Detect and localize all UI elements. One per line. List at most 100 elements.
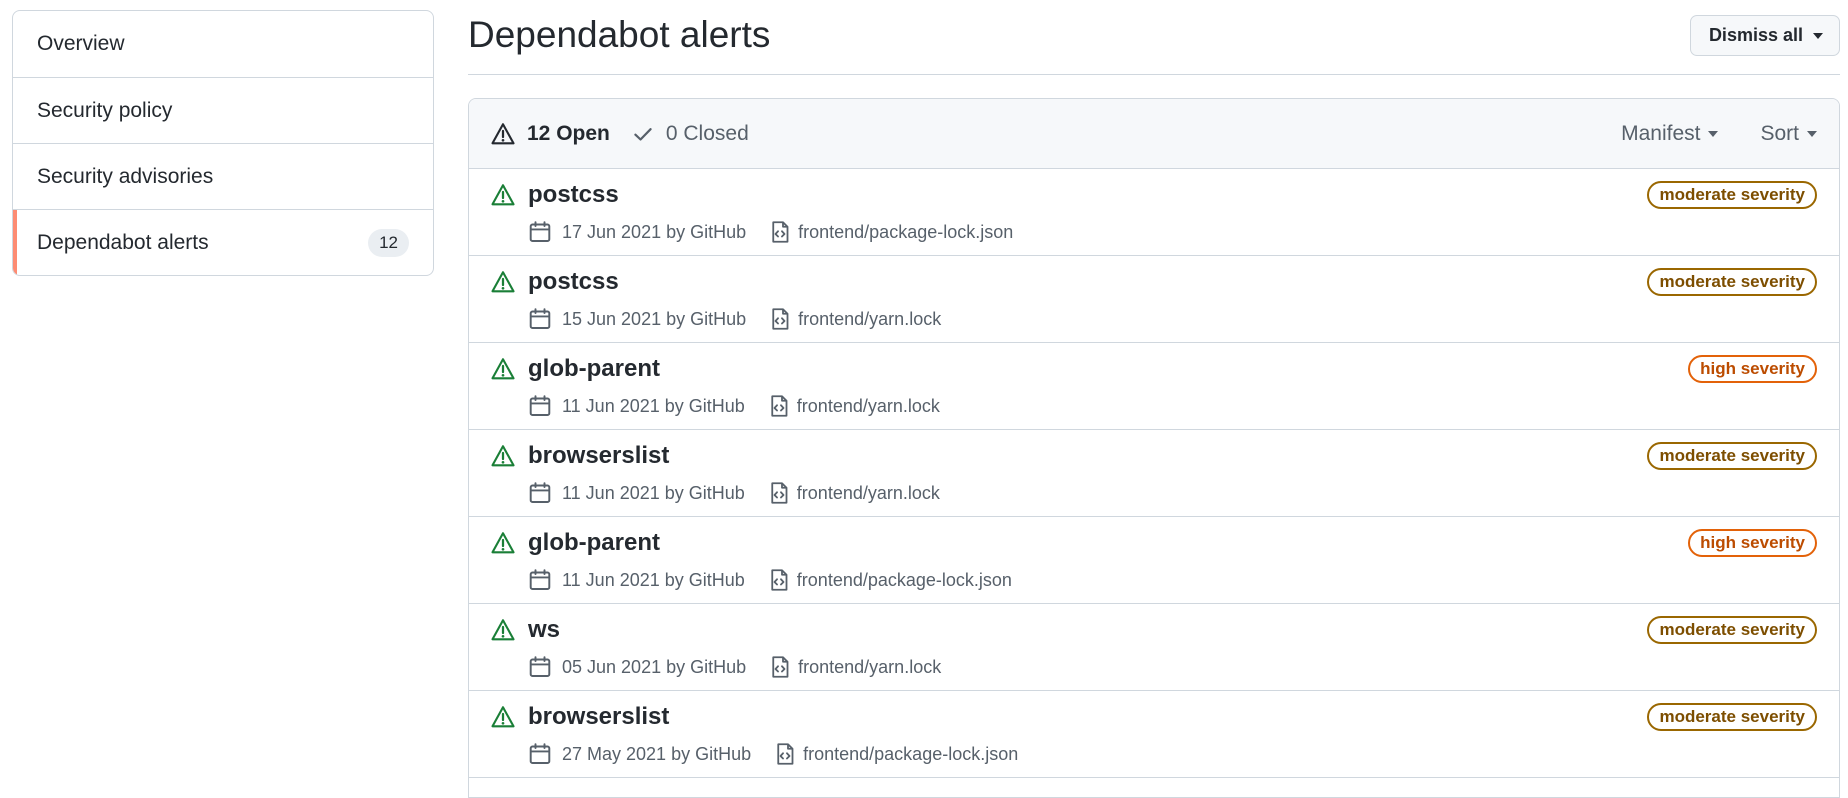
calendar-icon	[529, 656, 551, 677]
alert-icon	[491, 271, 515, 293]
sidebar-item-label: Overview	[37, 32, 125, 55]
severity-badge: high severity	[1688, 529, 1817, 557]
severity-badge: moderate severity	[1647, 181, 1817, 209]
sidebar-item-security-advisories[interactable]: Security advisories	[13, 143, 433, 209]
sidebar-item-security-policy[interactable]: Security policy	[13, 77, 433, 143]
list-item[interactable]: browserslist 27 May 2021 by GitHub front…	[469, 691, 1839, 778]
chevron-down-icon	[1807, 130, 1817, 137]
alert-package-link[interactable]: glob-parent	[528, 355, 660, 383]
manifest-file-name: frontend/yarn.lock	[798, 656, 942, 677]
list-item[interactable]: postcss 15 Jun 2021 by GitHub frontend/y…	[469, 256, 1839, 343]
alert-icon	[491, 532, 515, 554]
manifest-file-link[interactable]: frontend/yarn.lock	[767, 394, 940, 418]
alerts-list: 12 Open 0 Closed Manifest Sort postcss 1…	[468, 98, 1840, 798]
alert-rows: postcss 17 Jun 2021 by GitHub frontend/p…	[469, 169, 1839, 778]
alert-date-text: 15 Jun 2021 by GitHub	[562, 308, 747, 329]
manifest-file-link[interactable]: frontend/yarn.lock	[767, 481, 940, 505]
alert-date: 11 Jun 2021 by GitHub	[528, 394, 745, 418]
alert-date: 05 Jun 2021 by GitHub	[528, 655, 746, 679]
alerts-list-header: 12 Open 0 Closed Manifest Sort	[469, 99, 1839, 169]
alert-date-text: 11 Jun 2021 by GitHub	[562, 482, 745, 503]
calendar-icon	[529, 743, 551, 764]
manifest-file-link[interactable]: frontend/package-lock.json	[767, 568, 1012, 592]
alert-meta: 05 Jun 2021 by GitHub frontend/yarn.lock	[528, 655, 941, 679]
page-title: Dependabot alerts	[468, 14, 771, 55]
manifest-filter-dropdown[interactable]: Manifest	[1621, 121, 1719, 146]
page-header: Dependabot alerts Dismiss all	[468, 0, 1840, 75]
alert-meta: 17 Jun 2021 by GitHub frontend/package-l…	[528, 220, 1013, 244]
alert-icon	[491, 358, 515, 380]
calendar-icon	[529, 482, 551, 503]
alert-package-link[interactable]: glob-parent	[528, 529, 660, 557]
alert-icon	[491, 619, 515, 641]
manifest-file-link[interactable]: frontend/package-lock.json	[773, 742, 1018, 766]
manifest-file-name: frontend/yarn.lock	[796, 482, 940, 503]
alert-meta: 15 Jun 2021 by GitHub frontend/yarn.lock	[528, 307, 941, 331]
main-content: Dependabot alerts Dismiss all 12 Open 0 …	[468, 0, 1840, 798]
chevron-down-icon	[1813, 32, 1823, 39]
alert-icon	[491, 122, 515, 144]
alert-meta: 27 May 2021 by GitHub frontend/package-l…	[528, 742, 1018, 766]
alert-date-text: 27 May 2021 by GitHub	[562, 743, 752, 764]
security-sidebar: Overview Security policy Security adviso…	[12, 10, 434, 276]
alert-icon	[491, 445, 515, 467]
sidebar-item-dependabot-alerts[interactable]: Dependabot alerts 12	[13, 209, 433, 275]
calendar-icon	[529, 395, 551, 416]
check-icon	[634, 127, 652, 141]
file-code-icon	[771, 482, 788, 504]
open-alerts-tab[interactable]: 12 Open	[491, 122, 610, 146]
alert-date-text: 11 Jun 2021 by GitHub	[562, 395, 745, 416]
sidebar-item-overview[interactable]: Overview	[13, 11, 433, 77]
manifest-file-name: frontend/package-lock.json	[796, 569, 1012, 590]
list-item[interactable]: glob-parent 11 Jun 2021 by GitHub fronte…	[469, 517, 1839, 604]
closed-alerts-tab[interactable]: 0 Closed	[632, 122, 749, 146]
severity-badge: moderate severity	[1647, 703, 1817, 731]
chevron-down-icon	[1708, 130, 1719, 137]
sidebar-item-label: Security advisories	[37, 164, 214, 188]
dismiss-all-label: Dismiss all	[1708, 25, 1803, 45]
file-code-icon	[772, 221, 789, 243]
file-code-icon	[772, 656, 789, 678]
alert-count-badge: 12	[368, 228, 409, 257]
list-item[interactable]: glob-parent 11 Jun 2021 by GitHub fronte…	[469, 343, 1839, 430]
alert-package-link[interactable]: browserslist	[528, 703, 669, 731]
sidebar-item-label: Security policy	[37, 98, 173, 122]
dismiss-all-button[interactable]: Dismiss all	[1689, 15, 1840, 56]
list-item[interactable]: ws 05 Jun 2021 by GitHub frontend/yarn.l…	[469, 604, 1839, 691]
calendar-icon	[529, 221, 551, 242]
manifest-file-name: frontend/package-lock.json	[803, 743, 1019, 764]
alert-date-text: 05 Jun 2021 by GitHub	[562, 656, 747, 677]
alert-date: 15 Jun 2021 by GitHub	[528, 307, 746, 331]
closed-count-label: 0 Closed	[665, 121, 749, 145]
sort-label: Sort	[1760, 121, 1799, 145]
severity-badge: moderate severity	[1647, 616, 1817, 644]
severity-badge: high severity	[1688, 355, 1817, 383]
list-item[interactable]: browserslist 11 Jun 2021 by GitHub front…	[469, 430, 1839, 517]
alert-package-link[interactable]: postcss	[528, 268, 619, 296]
calendar-icon	[529, 569, 551, 590]
alert-package-link[interactable]: ws	[528, 616, 560, 644]
alert-icon	[491, 706, 515, 728]
severity-badge: moderate severity	[1647, 268, 1817, 296]
alert-package-link[interactable]: browserslist	[528, 442, 669, 470]
file-code-icon	[777, 743, 794, 765]
file-code-icon	[772, 308, 789, 330]
alert-date-text: 11 Jun 2021 by GitHub	[562, 569, 745, 590]
calendar-icon	[529, 308, 551, 329]
alert-meta: 11 Jun 2021 by GitHub frontend/package-l…	[528, 568, 1012, 592]
list-item[interactable]: postcss 17 Jun 2021 by GitHub frontend/p…	[469, 169, 1839, 256]
manifest-file-name: frontend/yarn.lock	[798, 308, 942, 329]
alert-meta: 11 Jun 2021 by GitHub frontend/yarn.lock	[528, 394, 940, 418]
filter-controls: Manifest Sort	[1621, 122, 1817, 146]
alert-package-link[interactable]: postcss	[528, 181, 619, 209]
manifest-file-link[interactable]: frontend/yarn.lock	[768, 307, 941, 331]
manifest-file-link[interactable]: frontend/package-lock.json	[768, 220, 1013, 244]
open-count-label: 12 Open	[527, 121, 610, 145]
manifest-file-link[interactable]: frontend/yarn.lock	[768, 655, 941, 679]
alert-meta: 11 Jun 2021 by GitHub frontend/yarn.lock	[528, 481, 940, 505]
sidebar-item-label: Dependabot alerts	[37, 230, 209, 254]
alert-date: 11 Jun 2021 by GitHub	[528, 481, 745, 505]
sort-dropdown[interactable]: Sort	[1760, 122, 1817, 146]
alert-date: 27 May 2021 by GitHub	[528, 742, 751, 766]
manifest-filter-label: Manifest	[1621, 121, 1701, 145]
